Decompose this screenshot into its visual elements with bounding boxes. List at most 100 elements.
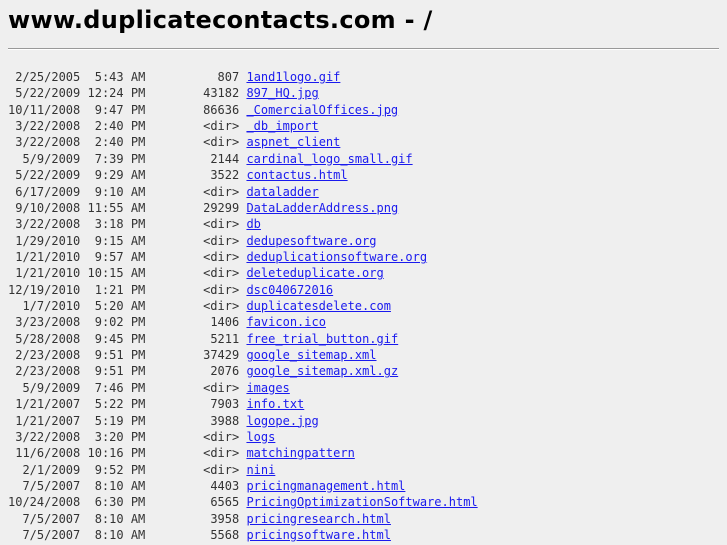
file-time: 8:10 AM [94,511,146,526]
file-link[interactable]: logs [246,430,275,444]
file-link[interactable]: pricingmanagement.html [246,479,405,493]
file-link[interactable]: deleteduplicate.org [246,266,383,280]
file-link[interactable]: 1and1logo.gif [246,70,340,84]
file-link[interactable]: google_sitemap.xml.gz [246,364,398,378]
file-link[interactable]: pricingresearch.html [246,512,391,526]
file-date: 3/23/2008 [15,315,81,330]
file-time: 6:30 PM [94,495,146,510]
file-link[interactable]: logope.jpg [246,414,318,428]
divider [8,48,719,50]
file-time: 5:20 AM [94,299,146,314]
file-size: <dir> [203,462,240,477]
file-time: 5:43 AM [94,70,146,84]
list-item: 1/21/2007 5:22 PM 7903 info.txt [8,396,478,412]
list-item: 2/25/2005 5:43 AM 807 1and1logo.gif [8,69,478,85]
file-date: 7/5/2007 [22,511,81,526]
file-link[interactable]: pricingsoftware.html [246,528,391,542]
file-date: 12/19/2010 [8,282,81,297]
file-time: 11:55 AM [87,200,146,215]
list-item: 10/24/2008 6:30 PM 6565 PricingOptimizat… [8,494,478,510]
list-item: 7/5/2007 8:10 AM 5568 pricingsoftware.ht… [8,527,478,543]
list-item: 1/21/2007 5:19 PM 3988 logope.jpg [8,413,478,429]
file-time: 9:51 PM [94,348,146,363]
file-time: 5:19 PM [94,413,146,428]
file-link[interactable]: dataladder [246,185,318,199]
file-date: 3/22/2008 [15,119,81,134]
file-link[interactable]: nini [246,463,275,477]
file-time: 2:40 PM [94,135,146,150]
file-size: <dir> [203,282,240,297]
file-date: 5/22/2009 [15,168,81,183]
file-size: 1406 [210,315,240,330]
file-link[interactable]: db [246,217,260,231]
file-link[interactable]: duplicatesdelete.com [246,299,391,313]
file-time: 9:45 PM [94,331,146,346]
file-link[interactable]: deduplicationsoftware.org [246,250,427,264]
list-item: 10/11/2008 9:47 PM 86636 _ComercialOffic… [8,102,478,118]
file-size: 43182 [203,86,240,101]
file-size: <dir> [203,119,240,134]
list-item: 9/10/2008 11:55 AM 29299 DataLadderAddre… [8,200,478,216]
file-date: 1/29/2010 [15,233,81,248]
file-link[interactable]: DataLadderAddress.png [246,201,398,215]
file-date: 3/22/2008 [15,429,81,444]
list-item: 5/9/2009 7:46 PM <dir> images [8,380,478,396]
list-item: 5/22/2009 9:29 AM 3522 contactus.html [8,167,478,183]
file-size: 3522 [210,168,240,183]
file-size: 5211 [210,331,240,346]
file-link[interactable]: _ComercialOffices.jpg [246,103,398,117]
file-link[interactable]: dedupesoftware.org [246,234,376,248]
list-item: 3/22/2008 3:20 PM <dir> logs [8,429,478,445]
file-link[interactable]: contactus.html [246,168,347,182]
file-date: 5/9/2009 [22,151,81,166]
list-item: 1/21/2010 10:15 AM <dir> deleteduplicate… [8,265,478,281]
file-size: <dir> [203,380,240,395]
file-date: 2/25/2005 [15,70,81,84]
file-size: 7903 [210,397,240,412]
file-link[interactable]: info.txt [246,397,304,411]
file-link[interactable]: matchingpattern [246,446,354,460]
list-item: 3/22/2008 3:18 PM <dir> db [8,216,478,232]
file-time: 2:40 PM [94,119,146,134]
file-date: 10/24/2008 [8,495,81,510]
file-date: 1/21/2007 [15,397,81,412]
list-item: 5/22/2009 12:24 PM 43182 897_HQ.jpg [8,85,478,101]
file-link[interactable]: favicon.ico [246,315,325,329]
file-link[interactable]: 897_HQ.jpg [246,86,318,100]
file-date: 5/22/2009 [15,86,81,101]
file-date: 10/11/2008 [8,102,81,117]
file-size: 29299 [203,200,240,215]
file-size: 3958 [210,511,240,526]
file-link[interactable]: images [246,381,289,395]
file-size: <dir> [203,233,240,248]
file-link[interactable]: aspnet_client [246,135,340,149]
list-item: 7/5/2007 8:10 AM 4403 pricingmanagement.… [8,478,478,494]
directory-listing: 2/25/2005 5:43 AM 807 1and1logo.gif 5/22… [8,69,478,543]
file-link[interactable]: cardinal_logo_small.gif [246,152,412,166]
file-date: 6/17/2009 [15,184,81,199]
file-date: 7/5/2007 [22,528,81,543]
file-time: 3:20 PM [94,429,146,444]
list-item: 5/9/2009 7:39 PM 2144 cardinal_logo_smal… [8,151,478,167]
file-date: 3/22/2008 [15,135,81,150]
file-size: <dir> [203,266,240,281]
file-size: 86636 [203,102,240,117]
file-link[interactable]: google_sitemap.xml [246,348,376,362]
list-item: 1/29/2010 9:15 AM <dir> dedupesoftware.o… [8,233,478,249]
file-link[interactable]: PricingOptimizationSoftware.html [246,495,477,509]
file-time: 7:46 PM [94,380,146,395]
file-link[interactable]: free_trial_button.gif [246,332,398,346]
file-size: <dir> [203,299,240,314]
file-time: 9:29 AM [94,168,146,183]
file-time: 10:16 PM [87,446,146,461]
file-size: <dir> [203,135,240,150]
file-time: 9:10 AM [94,184,146,199]
file-time: 8:10 AM [94,528,146,543]
file-time: 8:10 AM [94,478,146,493]
list-item: 11/6/2008 10:16 PM <dir> matchingpattern [8,445,478,461]
file-size: 2144 [210,151,240,166]
file-date: 1/21/2007 [15,413,81,428]
file-size: 5568 [210,528,240,543]
file-link[interactable]: dsc040672016 [246,283,333,297]
file-link[interactable]: _db_import [246,119,318,133]
